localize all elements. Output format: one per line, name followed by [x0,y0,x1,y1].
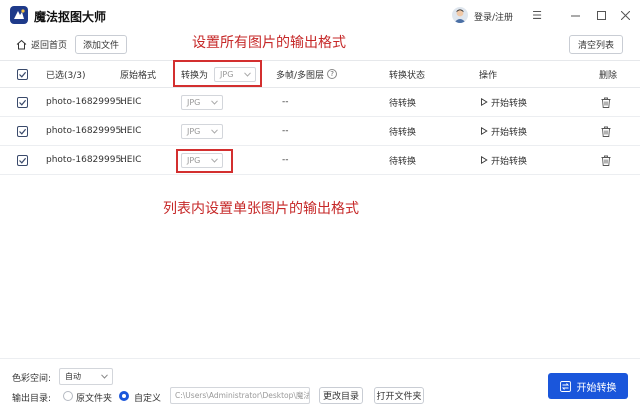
table-row: photo-16829995... HEIC JPG -- 待转换 开始转换 [0,117,640,146]
output-path-input[interactable]: C:\Users\Administrator\Desktop\魔法抠 [170,387,310,404]
start-convert-button-label: 开始转换 [576,382,617,394]
status-text: 待转换 [389,127,417,138]
app-logo-icon [10,6,28,24]
table-row: photo-16829995... HEIC JPG -- 待转换 开始转换 [0,88,640,117]
row-checkbox[interactable] [17,154,28,166]
login-link[interactable]: 登录/注册 [474,10,513,23]
header-action: 操作 [479,70,498,81]
menu-icon[interactable]: ☰ [530,8,544,22]
header-delete: 删除 [599,70,618,81]
check-icon [19,71,27,78]
color-space-select[interactable]: 自动 [59,368,113,385]
start-convert-label: 开始转换 [491,98,528,109]
chevron-down-icon [211,128,218,134]
file-name: photo-16829995... [46,97,130,107]
original-format: HEIC [120,97,142,107]
row-format-select[interactable]: JPG [181,123,223,139]
header-multiframe: 多帧/多图层 [276,70,325,81]
annotation-middle: 列表内设置单张图片的输出格式 [163,201,359,217]
play-icon [481,156,488,164]
annotation-box-row [176,149,233,173]
open-folder-button[interactable]: 打开文件夹 [374,387,424,404]
file-name: photo-16829995... [46,126,130,136]
annotation-box-global [173,60,262,87]
row-checkbox[interactable] [17,125,28,137]
header-original-format: 原始格式 [120,70,157,81]
maximize-icon[interactable] [594,8,608,22]
footer-divider [0,358,640,359]
trash-icon[interactable] [601,97,611,108]
check-icon [19,128,27,135]
radio-original-folder[interactable] [63,391,73,401]
back-home-label: 返回首页 [31,41,68,51]
radio-custom-folder[interactable] [119,391,129,401]
row-format-value: JPG [187,126,201,136]
original-format: HEIC [120,126,142,136]
play-icon [481,127,488,135]
status-text: 待转换 [389,156,417,167]
table-header: 已选(3/3) 原始格式 转换为 JPG 多帧/多图层 ? 转换状态 操作 删除 [0,60,640,88]
back-home-link[interactable]: 返回首页 [16,38,67,51]
annotation-top: 设置所有图片的输出格式 [192,35,346,51]
original-folder-label: 原文件夹 [76,394,113,404]
file-name: photo-16829995... [46,155,130,165]
select-all-checkbox[interactable] [17,68,28,80]
check-icon [19,99,27,106]
add-file-button[interactable]: 添加文件 [75,35,127,54]
chevron-down-icon [101,374,108,379]
home-icon [16,39,27,50]
clear-list-button[interactable]: 清空列表 [569,35,623,54]
table-row: photo-16829995... HEIC JPG -- 待转换 开始转换 [0,146,640,175]
help-icon[interactable]: ? [327,69,338,79]
minimize-icon[interactable] [568,8,582,22]
start-convert-link[interactable]: 开始转换 [480,88,527,116]
play-icon [481,98,488,106]
row-format-value: JPG [187,97,201,107]
check-icon [19,157,27,164]
start-convert-link[interactable]: 开始转换 [480,117,527,145]
header-status: 转换状态 [389,70,426,81]
output-dir-label: 输出目录: [12,394,52,404]
original-format: HEIC [120,155,142,165]
start-convert-link[interactable]: 开始转换 [480,146,527,174]
row-checkbox[interactable] [17,96,28,108]
status-text: 待转换 [389,98,417,109]
user-avatar-icon [454,9,466,23]
row-format-select[interactable]: JPG [181,94,223,110]
multiframe-value: -- [282,97,289,107]
multiframe-value: -- [282,155,289,165]
color-space-value: 自动 [65,372,81,381]
start-convert-button[interactable]: 开始转换 [548,373,628,399]
start-convert-label: 开始转换 [491,127,528,138]
header-selected: 已选(3/3) [46,70,86,81]
color-space-label: 色彩空间: [12,374,52,384]
change-dir-button[interactable]: 更改目录 [319,387,363,404]
convert-icon [559,380,571,392]
app-title: 魔法抠图大师 [34,10,107,24]
close-icon[interactable] [618,8,632,22]
chevron-down-icon [211,99,218,105]
custom-folder-label: 自定义 [134,394,162,404]
multiframe-value: -- [282,126,289,136]
trash-icon[interactable] [601,126,611,137]
avatar[interactable] [452,7,468,23]
title-bar: 魔法抠图大师 登录/注册 ☰ [0,0,640,30]
start-convert-label: 开始转换 [491,156,528,167]
trash-icon[interactable] [601,155,611,166]
